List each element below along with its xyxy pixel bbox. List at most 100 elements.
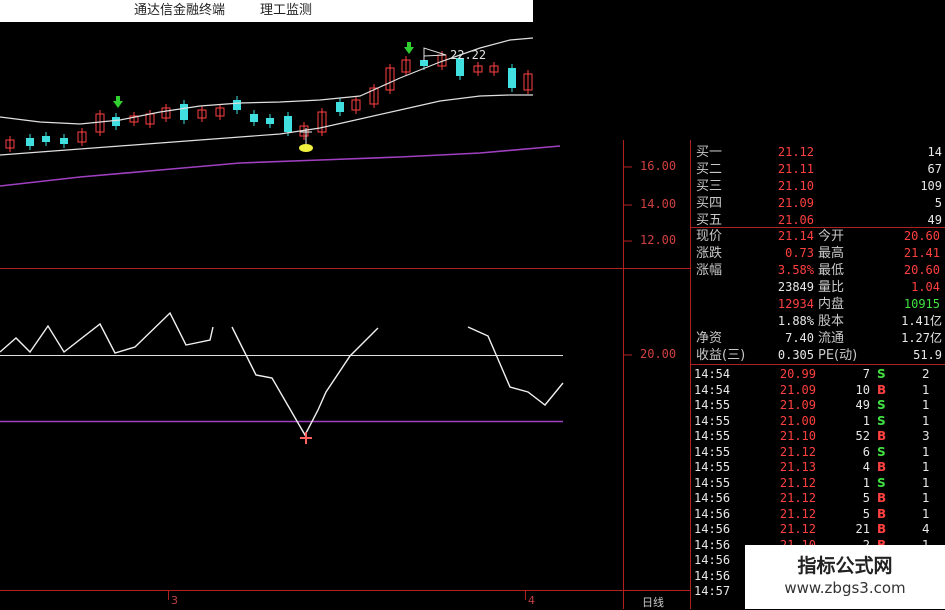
tick-volume: 52	[855, 429, 870, 443]
bid-price: 21.09	[777, 196, 814, 210]
tick-count: 1	[922, 398, 930, 412]
quote-panel: 买一 21.12 14 买二 21.11 67 买三 21.10 109 买四 21.09 5 买五 21…	[690, 143, 945, 609]
volume-ratio: 1.04	[911, 280, 940, 294]
tick-time: 14:54	[694, 382, 731, 397]
tick-direction: S	[877, 398, 886, 412]
tick-row: 14:55 21.00 1 S 1	[690, 413, 942, 430]
tick-volume: 49	[855, 398, 870, 412]
open-price: 20.60	[903, 229, 940, 243]
tick-count: 3	[922, 429, 930, 443]
period-label[interactable]: 日线	[642, 594, 664, 610]
tick-time: 14:55	[694, 429, 731, 443]
bid-volume: 109	[920, 179, 942, 193]
tick-row: 14:55 21.09 49 S 1	[690, 397, 942, 414]
current-price: 21.14	[777, 229, 814, 243]
tick-time: 14:55	[694, 475, 731, 490]
tick-row: 14:55 21.13 4 B 1	[690, 459, 942, 476]
tick-volume: 1	[862, 413, 870, 428]
low-price: 20.60	[903, 263, 940, 277]
tick-price: 21.12	[779, 522, 816, 536]
price-change-pct: 3.58%	[777, 263, 814, 277]
tick-count: 4	[922, 522, 930, 536]
tick-time: 14:57	[694, 584, 731, 598]
tick-count: 2	[922, 367, 930, 381]
indicator-line-1	[0, 311, 214, 354]
x-axis-tick: 3	[171, 594, 178, 607]
bid-price: 21.12	[777, 145, 814, 159]
tick-time: 14:56	[694, 537, 731, 552]
tick-direction: B	[877, 429, 887, 443]
tick-volume: 21	[855, 522, 870, 536]
candle-body	[284, 116, 292, 132]
tick-price: 21.12	[779, 491, 816, 505]
tick-time: 14:54	[694, 367, 731, 381]
tick-price: 21.12	[779, 506, 816, 521]
tick-row: 14:56 21.12 21 B 4	[690, 521, 942, 538]
tick-direction: B	[877, 491, 887, 505]
order-book-row: 买三 21.10 109	[690, 178, 942, 195]
candle-body	[26, 138, 34, 146]
high-price-annotation: 22.22	[450, 48, 487, 62]
tick-row: 14:54 20.99 7 S 2	[690, 366, 942, 383]
tick-volume: 4	[862, 460, 870, 474]
stat-row: 净资 7.40 流通 1.27亿	[696, 331, 942, 346]
tick-row: 14:54 21.09 10 B 1	[690, 382, 942, 399]
tick-volume: 1	[862, 475, 870, 490]
tick-row: 14:56 21.12 5 B 1	[690, 490, 942, 507]
sell-signal-icon	[299, 144, 313, 152]
tick-volume: 7	[862, 367, 870, 381]
candle-body	[60, 138, 68, 144]
stat-row: 现价 21.14 今开 20.60	[696, 229, 940, 244]
bid-level-label: 买四	[696, 196, 723, 211]
stat-row: 12934 内盘 10915	[690, 296, 942, 313]
ma-long-line	[0, 145, 561, 187]
tick-price: 21.13	[779, 460, 816, 474]
tick-time: 14:55	[694, 413, 731, 428]
indicator-line-3	[467, 326, 564, 406]
float-shares: 1.27亿	[901, 331, 942, 345]
bid-volume: 14	[927, 145, 942, 159]
bid-level-label: 买一	[696, 145, 723, 160]
candle-body	[112, 117, 120, 126]
buy-signal-icon	[404, 42, 414, 54]
eps: 0.305	[777, 348, 814, 362]
tick-price: 21.09	[779, 398, 816, 412]
tick-count: 1	[922, 491, 930, 505]
tick-time: 14:56	[694, 506, 731, 521]
price-axis-label: 12.00	[640, 233, 677, 247]
tick-price: 20.99	[779, 367, 816, 381]
price-change: 0.73	[785, 246, 814, 260]
tick-time: 14:56	[694, 491, 731, 505]
outer-volume: 12934	[777, 297, 814, 311]
tick-price: 21.09	[779, 382, 816, 397]
watermark: 指标公式网 www.zbgs3.com	[745, 545, 945, 609]
bid-level-label: 买三	[696, 179, 723, 194]
indicator-axis-label: 20.00	[640, 347, 677, 361]
tick-volume: 6	[862, 444, 870, 459]
candle-body	[180, 104, 188, 120]
tick-row: 14:55 21.12 1 S 1	[690, 475, 942, 492]
tick-row: 14:55 21.12 6 S 1	[690, 444, 942, 461]
tick-time: 14:56	[694, 568, 731, 583]
tick-volume: 10	[855, 382, 870, 397]
tick-time: 14:55	[694, 398, 731, 412]
share-capital: 1.41亿	[901, 314, 942, 328]
tick-volume: 5	[862, 491, 870, 505]
tick-direction: B	[877, 382, 887, 397]
tick-row: 14:56 21.12 5 B 1	[690, 506, 942, 523]
tick-count: 1	[922, 506, 930, 521]
candle-body	[336, 102, 344, 112]
bid-level-label: 买二	[696, 162, 723, 177]
net-asset: 7.40	[785, 331, 814, 345]
price-axis-label: 16.00	[640, 159, 677, 173]
tick-price: 21.12	[779, 475, 816, 490]
turnover: 1.88%	[777, 314, 814, 328]
bid-price: 21.10	[777, 179, 814, 193]
ma-lower-line	[0, 94, 533, 156]
order-book-row: 买一 21.12 14	[690, 144, 942, 161]
order-book-row: 买四 21.09 5	[690, 195, 942, 212]
order-book-row: 买二 21.11 67	[690, 161, 942, 178]
tick-time: 14:55	[694, 460, 731, 474]
tick-count: 1	[922, 460, 930, 474]
candle-body	[508, 68, 516, 88]
